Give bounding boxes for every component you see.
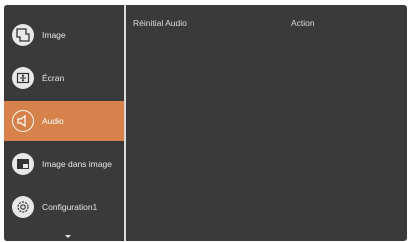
sidebar-item-label: Écran xyxy=(42,73,65,83)
scroll-down-arrow-icon[interactable] xyxy=(65,235,71,238)
sidebar-item-label: Configuration1 xyxy=(42,202,98,212)
sidebar-item-pip[interactable]: Image dans image xyxy=(4,144,124,184)
screen-icon xyxy=(12,67,34,89)
settings-gear-icon xyxy=(12,196,34,218)
sidebar-item-configuration[interactable]: Configuration1 xyxy=(4,187,124,227)
osd-menu: Image Écran Audio Image dans image Confi… xyxy=(4,5,407,241)
speaker-icon xyxy=(12,110,34,132)
image-icon xyxy=(12,24,34,46)
pip-icon xyxy=(12,153,34,175)
sidebar-item-label: Image dans image xyxy=(42,159,112,169)
sidebar-item-label: Image xyxy=(42,30,66,40)
sidebar-item-screen[interactable]: Écran xyxy=(4,58,124,98)
sidebar-menu: Image Écran Audio Image dans image Confi… xyxy=(4,5,124,241)
audio-settings-panel: Réinitial Audio Action xyxy=(126,5,407,241)
sidebar-item-audio[interactable]: Audio xyxy=(4,101,124,141)
audio-reset-value[interactable]: Action xyxy=(291,18,315,28)
sidebar-item-image[interactable]: Image xyxy=(4,15,124,55)
audio-reset-label[interactable]: Réinitial Audio xyxy=(133,18,187,28)
sidebar-item-label: Audio xyxy=(42,116,64,126)
